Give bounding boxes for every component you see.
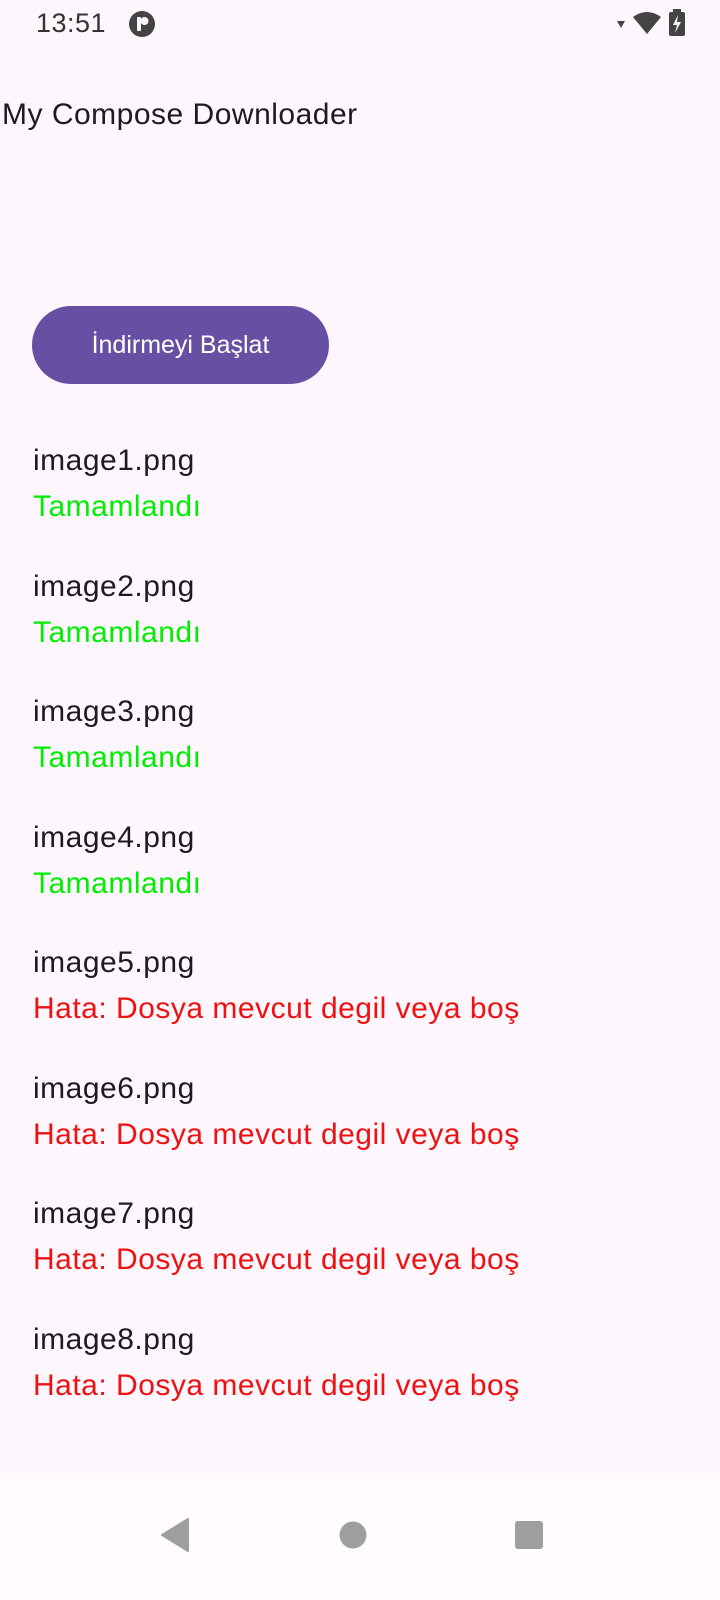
app-title: My Compose Downloader [2, 98, 358, 131]
download-status: Hata: Dosya mevcut degil veya boş [33, 992, 520, 1025]
file-name: image5.png [33, 946, 195, 979]
download-item: image8.png Hata: Dosya mevcut degil veya… [33, 1323, 693, 1449]
download-status: Hata: Dosya mevcut degil veya boş [33, 1243, 520, 1276]
download-item: image1.png Tamamlandı [33, 444, 693, 570]
home-icon[interactable] [323, 1505, 383, 1565]
file-name: image2.png [33, 569, 195, 603]
file-name: image1.png [33, 444, 195, 477]
download-list: image1.png Tamamlandı image2.png Tamamla… [33, 444, 693, 1448]
app-notification-icon [128, 10, 156, 38]
file-name: image3.png [33, 695, 195, 728]
download-item: image6.png Hata: Dosya mevcut degil veya… [33, 1072, 693, 1198]
status-bar: 13:51 [0, 0, 720, 52]
download-status: Tamamlandı [33, 741, 202, 774]
start-download-button[interactable]: İndirmeyi Başlat [32, 306, 329, 384]
download-status: Tamamlandı [33, 615, 202, 649]
navigation-bar [0, 1473, 720, 1600]
recents-icon[interactable] [499, 1505, 559, 1565]
wifi-icon [632, 11, 662, 40]
status-icons [616, 8, 686, 42]
download-status: Tamamlandı [33, 866, 202, 900]
status-time: 13:51 [36, 8, 107, 38]
file-name: image4.png [33, 820, 195, 854]
download-status: Tamamlandı [33, 490, 202, 523]
file-name: image8.png [33, 1322, 195, 1356]
download-item: image4.png Tamamlandı [33, 821, 693, 947]
signal-icon [616, 16, 626, 34]
download-item: image3.png Tamamlandı [33, 695, 693, 821]
download-status: Hata: Dosya mevcut degil veya boş [33, 1117, 520, 1151]
battery-charging-icon [668, 8, 686, 42]
download-item: image5.png Hata: Dosya mevcut degil veya… [33, 946, 693, 1072]
file-name: image6.png [33, 1071, 195, 1105]
download-item: image2.png Tamamlandı [33, 570, 693, 696]
file-name: image7.png [33, 1197, 195, 1230]
back-icon[interactable] [145, 1505, 205, 1565]
download-item: image7.png Hata: Dosya mevcut degil veya… [33, 1197, 693, 1323]
download-status: Hata: Dosya mevcut degil veya boş [33, 1368, 520, 1402]
